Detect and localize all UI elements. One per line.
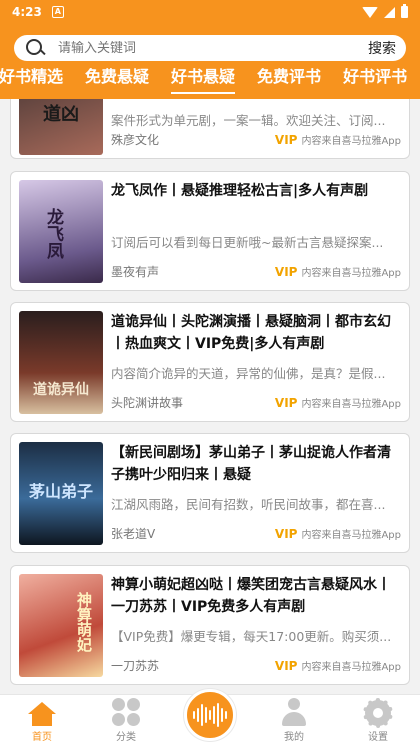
book-cover: 道诡异仙: [19, 311, 103, 414]
nav-mine[interactable]: 我的: [252, 695, 336, 746]
book-cover: 道凶: [19, 99, 103, 155]
nav-category[interactable]: 分类: [84, 695, 168, 746]
vip-badge: VIP: [274, 658, 298, 673]
book-cover: 龙飞凤: [19, 180, 103, 283]
book-title: 神算小萌妃超凶哒丨爆笑团宠古言悬疑风水丨一刀苏苏丨VIP免费多人有声剧: [111, 577, 391, 615]
status-time: 4:23: [12, 5, 42, 19]
battery-icon: [401, 4, 408, 18]
book-card[interactable]: 道凶 案件形式为单元剧，一案一辑。欢迎关注、订阅... 殊彦文化 VIP 内容来…: [10, 99, 410, 159]
vip-badge: VIP: [274, 526, 298, 541]
nav-label: 我的: [284, 732, 304, 743]
book-info: 案件形式为单元剧，一案一辑。欢迎关注、订阅... 殊彦文化 VIP 内容来自喜马…: [111, 99, 401, 150]
cover-title: 茅山弟子: [28, 482, 93, 501]
tab-good-picks[interactable]: 好书精选: [0, 62, 74, 98]
book-title: 【新民间剧场】茅山弟子丨茅山捉诡人作者清子携叶少阳归来丨悬疑: [111, 445, 391, 483]
cover-title: 道诡异仙: [33, 382, 89, 398]
book-meta: 头陀渊讲故事 VIP 内容来自喜马拉雅App: [111, 394, 401, 411]
book-source: 内容来自喜马拉雅App: [301, 399, 401, 410]
cover-title: 道凶: [43, 104, 79, 125]
book-desc: 订阅后可以看到每日更新哦~最新古言悬疑探案...: [111, 235, 384, 250]
bottom-nav: 首页 分类 我的 设置: [0, 689, 420, 746]
book-info: 神算小萌妃超凶哒丨爆笑团宠古言悬疑风水丨一刀苏苏丨VIP免费多人有声剧 【VIP…: [111, 574, 401, 676]
notification-icon: A: [51, 6, 64, 18]
tab-free-suspense[interactable]: 免费悬疑: [74, 62, 160, 98]
book-card[interactable]: 神算萌妃 神算小萌妃超凶哒丨爆笑团宠古言悬疑风水丨一刀苏苏丨VIP免费多人有声剧…: [10, 565, 410, 685]
book-author: 张老道V: [111, 527, 156, 541]
book-meta: 张老道V VIP 内容来自喜马拉雅App: [111, 525, 401, 542]
book-desc: 内容简介诡异的天道，异常的仙佛，是真？是假...: [111, 366, 386, 381]
book-info: 【新民间剧场】茅山弟子丨茅山捉诡人作者清子携叶少阳归来丨悬疑 江湖风雨路，民间有…: [111, 442, 401, 544]
book-author: 殊彦文化: [111, 133, 160, 147]
home-icon: [28, 702, 56, 726]
tab-free-storytelling[interactable]: 免费评书: [246, 62, 332, 98]
book-desc: 案件形式为单元剧，一案一辑。欢迎关注、订阅...: [111, 113, 386, 128]
search-bar: 搜索: [14, 35, 406, 61]
nav-player[interactable]: [168, 689, 252, 746]
vip-badge: VIP: [274, 132, 298, 147]
book-author: 墨夜有声: [111, 265, 160, 279]
book-info: 道诡异仙丨头陀渊演播丨悬疑脑洞丨都市玄幻丨热血爽文丨VIP免费|多人有声剧 内容…: [111, 311, 401, 413]
book-title: 道诡异仙丨头陀渊演播丨悬疑脑洞丨都市玄幻丨热血爽文丨VIP免费|多人有声剧: [111, 314, 391, 352]
search-input[interactable]: [58, 40, 368, 56]
book-title: 龙飞凤作丨悬疑推理轻松古言|多人有声剧: [111, 183, 369, 199]
app-header: 4:23 A 搜索 好书精选 免费悬疑 好书悬疑 免费评书 好书评书: [0, 0, 420, 99]
play-wave-icon: [184, 689, 236, 741]
gear-icon: [363, 698, 393, 728]
book-meta: 殊彦文化 VIP 内容来自喜马拉雅App: [111, 131, 401, 148]
tab-good-suspense[interactable]: 好书悬疑: [160, 62, 246, 98]
category-tabs: 好书精选 免费悬疑 好书悬疑 免费评书 好书评书: [0, 62, 418, 98]
wifi-icon: [362, 6, 378, 18]
category-icon: [112, 698, 140, 726]
book-author: 一刀苏苏: [111, 659, 160, 673]
nav-home[interactable]: 首页: [0, 695, 84, 746]
book-source: 内容来自喜马拉雅App: [301, 530, 401, 541]
book-card[interactable]: 茅山弟子 【新民间剧场】茅山弟子丨茅山捉诡人作者清子携叶少阳归来丨悬疑 江湖风雨…: [10, 433, 410, 553]
book-card[interactable]: 道诡异仙 道诡异仙丨头陀渊演播丨悬疑脑洞丨都市玄幻丨热血爽文丨VIP免费|多人有…: [10, 302, 410, 422]
book-meta: 一刀苏苏 VIP 内容来自喜马拉雅App: [111, 657, 401, 674]
tab-good-storytelling[interactable]: 好书评书: [332, 62, 418, 98]
vip-badge: VIP: [274, 395, 298, 410]
book-desc: 【VIP免费】爆更专辑，每天17:00更新。购买须...: [111, 629, 392, 644]
book-meta: 墨夜有声 VIP 内容来自喜马拉雅App: [111, 263, 401, 280]
book-desc: 江湖风雨路，民间有招数，听民间故事，都在喜...: [111, 497, 386, 512]
nav-label: 设置: [368, 732, 388, 743]
nav-label: 分类: [116, 732, 136, 743]
book-author: 头陀渊讲故事: [111, 396, 184, 410]
search-icon[interactable]: [24, 37, 46, 59]
book-info: 龙飞凤作丨悬疑推理轻松古言|多人有声剧 订阅后可以看到每日更新哦~最新古言悬疑探…: [111, 180, 401, 282]
book-card[interactable]: 龙飞凤 龙飞凤作丨悬疑推理轻松古言|多人有声剧 订阅后可以看到每日更新哦~最新古…: [10, 171, 410, 291]
status-bar: 4:23 A: [0, 0, 420, 24]
cover-title: 龙飞凤: [43, 208, 63, 259]
user-icon: [280, 698, 308, 726]
signal-icon: [384, 6, 395, 18]
book-cover: 神算萌妃: [19, 574, 103, 677]
book-source: 内容来自喜马拉雅App: [301, 136, 401, 147]
nav-label: 首页: [32, 732, 52, 743]
vip-badge: VIP: [274, 264, 298, 279]
book-source: 内容来自喜马拉雅App: [301, 268, 401, 279]
book-cover: 茅山弟子: [19, 442, 103, 545]
book-list: 道凶 案件形式为单元剧，一案一辑。欢迎关注、订阅... 殊彦文化 VIP 内容来…: [0, 99, 420, 693]
search-button[interactable]: 搜索: [368, 38, 396, 58]
book-source: 内容来自喜马拉雅App: [301, 662, 401, 673]
cover-title: 神算萌妃: [75, 592, 93, 652]
nav-settings[interactable]: 设置: [336, 695, 420, 746]
